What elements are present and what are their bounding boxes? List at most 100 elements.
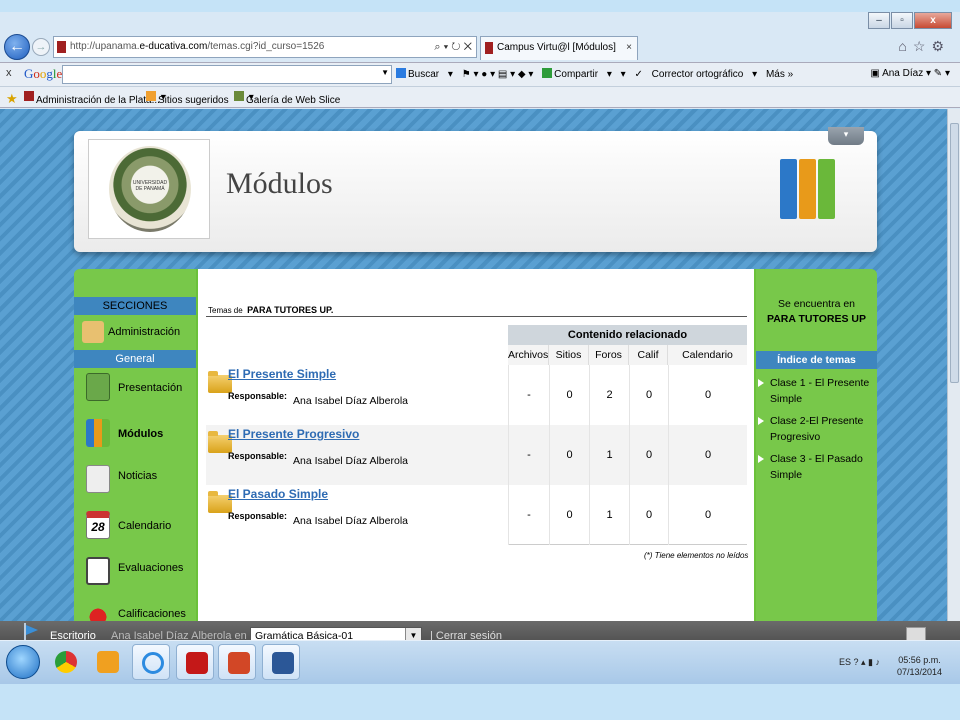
location-value: PARA TUTORES UP (767, 313, 866, 325)
vertical-scrollbar[interactable] (947, 109, 960, 638)
archivos-count: - (508, 365, 549, 425)
clipboard-icon (86, 557, 110, 585)
translate-icon[interactable]: ▾ (621, 69, 626, 80)
calif-count: 0 (629, 425, 668, 485)
foros-count[interactable]: 2 (589, 365, 629, 425)
favorite-sitios-sugeridos[interactable]: Sitios sugeridos ▾ (146, 91, 229, 106)
row-counts: - 0 1 0 0 (508, 485, 747, 545)
share-icon (542, 68, 553, 78)
media-taskbar-button[interactable] (88, 644, 126, 680)
sidebar-item-evaluaciones[interactable]: Evaluaciones (74, 553, 196, 593)
gear-icon[interactable]: ⚙ (931, 38, 950, 54)
sidebar-item-administracion[interactable]: Administración (74, 315, 196, 349)
module-link[interactable]: El Presente Progresivo (228, 427, 359, 441)
toolbar-close-icon[interactable]: x (6, 67, 12, 79)
search-icon[interactable]: ⌕ (434, 41, 440, 53)
google-search-input[interactable]: ▼ (62, 65, 392, 84)
back-button[interactable]: ← (4, 34, 30, 60)
calendario-count: 0 (668, 365, 747, 425)
modules-content: Temas de PARA TUTORES UP. Contenido rela… (198, 269, 754, 638)
foros-count[interactable]: 1 (589, 485, 629, 545)
start-button[interactable] (6, 645, 40, 679)
sidebar-item-modulos[interactable]: Módulos (74, 415, 196, 455)
responsable-label: Responsable: (228, 391, 288, 401)
network-icon[interactable]: ▮ (868, 657, 873, 667)
spellcheck-icon: ✓ (634, 69, 643, 80)
mas-button[interactable]: Más » (766, 69, 793, 80)
index-item-clase-1[interactable]: Clase 1 - El Presente Simple (758, 375, 874, 407)
chrome-taskbar-button[interactable] (46, 644, 84, 680)
responsable-name: Ana Isabel Díaz Alberola (293, 455, 408, 467)
powerpoint-taskbar-button[interactable] (218, 644, 256, 680)
ie-taskbar-button[interactable] (132, 644, 170, 680)
sidebar-item-label: Módulos (118, 428, 164, 440)
minimize-button[interactable]: – (868, 12, 890, 29)
location-label: Se encuentra en (777, 298, 856, 310)
suggested-sites-icon (146, 91, 156, 101)
sidebar-item-label: Calendario (118, 520, 172, 532)
address-bar[interactable]: http://upanama.e-ducativa.com/temas.cgi?… (53, 36, 477, 58)
toolbar-user[interactable]: ▣ Ana Díaz ▾ ✎ ▾ (870, 68, 950, 79)
language-indicator[interactable]: ES (839, 657, 851, 667)
address-tools: ⌕ ▾ ↻ ✕ (434, 41, 472, 53)
wrench-icon[interactable]: ✎ (934, 68, 942, 79)
word-taskbar-button[interactable] (262, 644, 300, 680)
browser-window: – ▫ x ← → http://upanama.e-ducativa.com/… (0, 12, 960, 684)
web-slice-icon (234, 91, 244, 101)
university-logo: UNIVERSIDAD DE PANAMÁ (88, 139, 210, 239)
unread-note: (*) Tiene elementos no leídos (644, 551, 749, 560)
tab-campus-virtual[interactable]: Campus Virtu@l [Módulos] × (480, 36, 638, 60)
sidebar: SECCIONES Administración General Present… (74, 269, 196, 638)
clock[interactable]: 05:56 p.m. 07/13/2014 (897, 654, 942, 678)
module-link[interactable]: El Pasado Simple (228, 487, 328, 501)
help-icon[interactable]: ? (853, 657, 858, 667)
toolbar-icons[interactable]: ⚑ ▾ ● ▾ ▤ ▾ ◆ ▾ (462, 69, 534, 80)
sidebar-item-calendario[interactable]: 28 Calendario (74, 507, 196, 547)
forward-button[interactable]: → (32, 38, 50, 56)
abc-icon (86, 373, 110, 401)
compartir-button[interactable]: Compartir ▾ (542, 68, 612, 80)
collapse-header-button[interactable]: ▾ (828, 127, 864, 145)
binders-icon (86, 419, 110, 447)
row-counts: - 0 1 0 0 (508, 425, 747, 485)
stop-icon[interactable]: ✕ (464, 41, 472, 53)
archivos-count: - (508, 425, 549, 485)
column-archivos: Archivos (508, 345, 549, 365)
index-item-clase-3[interactable]: Clase 3 - El Pasado Simple (758, 451, 874, 483)
sidebar-item-noticias[interactable]: Noticias (74, 461, 196, 501)
column-calendario: Calendario (682, 349, 733, 361)
foros-count[interactable]: 1 (589, 425, 629, 485)
right-panel: Se encuentra en PARA TUTORES UP Índice d… (756, 269, 877, 638)
sidebar-general-header: General (74, 350, 196, 368)
newspaper-icon (86, 465, 110, 493)
favorite-galeria-web-slice[interactable]: Galería de Web Slice ▾ (234, 91, 340, 106)
browser-right-tools: ⌂☆⚙ (898, 38, 950, 55)
maximize-button[interactable]: ▫ (891, 12, 913, 29)
divider (206, 316, 747, 317)
corrector-button[interactable]: ✓ Corrector ortográfico ▾ (634, 69, 757, 80)
column-sitios: Sitios (549, 345, 589, 365)
acrobat-taskbar-button[interactable] (176, 644, 214, 680)
buscar-button[interactable]: Buscar ▾ (396, 68, 453, 80)
volume-icon[interactable]: ♪ (876, 657, 881, 667)
scrollbar-thumb[interactable] (950, 123, 959, 383)
calendario-count: 0 (668, 485, 747, 545)
module-link[interactable]: El Presente Simple (228, 367, 336, 381)
close-window-button[interactable]: x (914, 12, 952, 29)
university-seal-icon: UNIVERSIDAD DE PANAMÁ (109, 146, 191, 232)
calendario-count: 0 (668, 425, 747, 485)
favorites-star-icon[interactable]: ★ (6, 91, 18, 107)
chevron-down-icon[interactable]: ▼ (381, 68, 389, 77)
favorite-admin-plataforma[interactable]: Administración de la Plata... (24, 91, 160, 106)
home-icon[interactable]: ⌂ (898, 38, 912, 54)
refresh-icon[interactable]: ↻ (451, 41, 460, 53)
favorites-star-icon[interactable]: ☆ (913, 38, 932, 54)
index-item-clase-2[interactable]: Clase 2-El Presente Progresivo (758, 413, 874, 445)
sidebar-item-presentacion[interactable]: Presentación (74, 369, 196, 409)
contenido-relacionado-label: Contenido relacionado (508, 325, 747, 345)
tab-close-icon[interactable]: × (626, 37, 632, 59)
google-logo: Google (24, 66, 63, 81)
word-icon (272, 652, 294, 674)
content-frame: SECCIONES Administración General Present… (74, 269, 877, 638)
navigation-bar: ← → http://upanama.e-ducativa.com/temas.… (0, 32, 960, 62)
